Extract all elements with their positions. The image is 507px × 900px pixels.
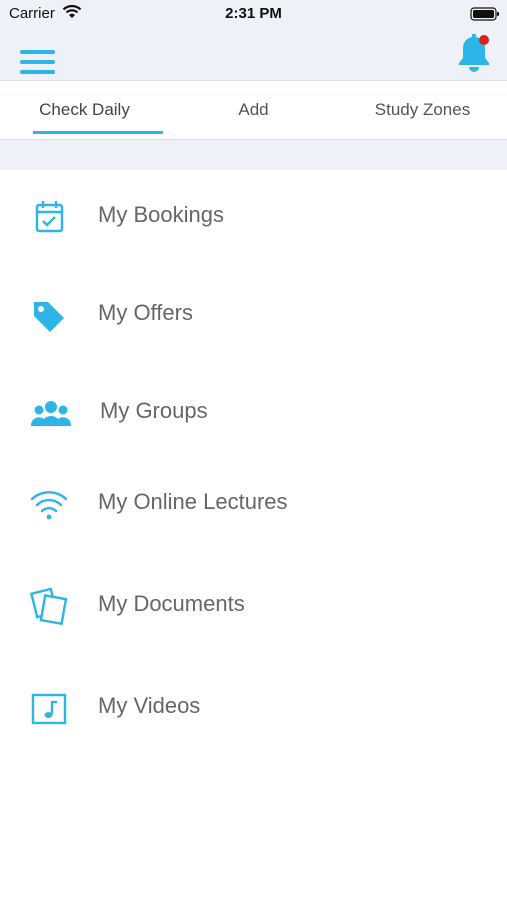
active-tab-indicator — [33, 131, 163, 134]
menu-item-label: My Videos — [98, 693, 201, 718]
bell-icon — [459, 34, 489, 72]
menu-item-label: My Bookings — [98, 202, 224, 227]
section-spacer — [0, 140, 507, 170]
menu-item-my-offers[interactable]: My Offers — [0, 280, 507, 350]
video-music-icon — [30, 691, 70, 727]
tag-icon — [30, 298, 70, 334]
group-icon — [30, 396, 72, 432]
battery-icon — [470, 7, 500, 26]
menu-item-label: My Documents — [98, 591, 245, 616]
menu-item-my-videos[interactable]: My Videos — [0, 673, 507, 743]
tab-add[interactable]: Add — [169, 81, 338, 139]
menu-item-my-bookings[interactable]: My Bookings — [0, 182, 507, 252]
wifi-icon — [30, 487, 70, 523]
hamburger-bar — [20, 60, 55, 64]
notification-bell-button[interactable] — [455, 30, 493, 74]
documents-icon — [29, 585, 70, 627]
menu-item-label: My Groups — [100, 398, 208, 423]
calendar-check-icon — [30, 200, 70, 236]
menu-item-my-documents[interactable]: My Documents — [0, 571, 507, 641]
menu-item-label: My Offers — [98, 300, 193, 325]
hamburger-bar — [20, 70, 55, 74]
hamburger-menu-button[interactable] — [20, 50, 56, 78]
menu-item-my-groups[interactable]: My Groups — [0, 378, 507, 448]
menu-item-my-online-lectures[interactable]: My Online Lectures — [0, 469, 507, 539]
menu-item-label: My Online Lectures — [98, 489, 288, 514]
top-navigation-bar — [0, 28, 507, 81]
status-time: 2:31 PM — [225, 5, 282, 22]
status-bar: Carrier 2:31 PM — [0, 0, 507, 28]
tab-study-zones[interactable]: Study Zones — [338, 81, 507, 139]
hamburger-icon — [20, 50, 55, 54]
